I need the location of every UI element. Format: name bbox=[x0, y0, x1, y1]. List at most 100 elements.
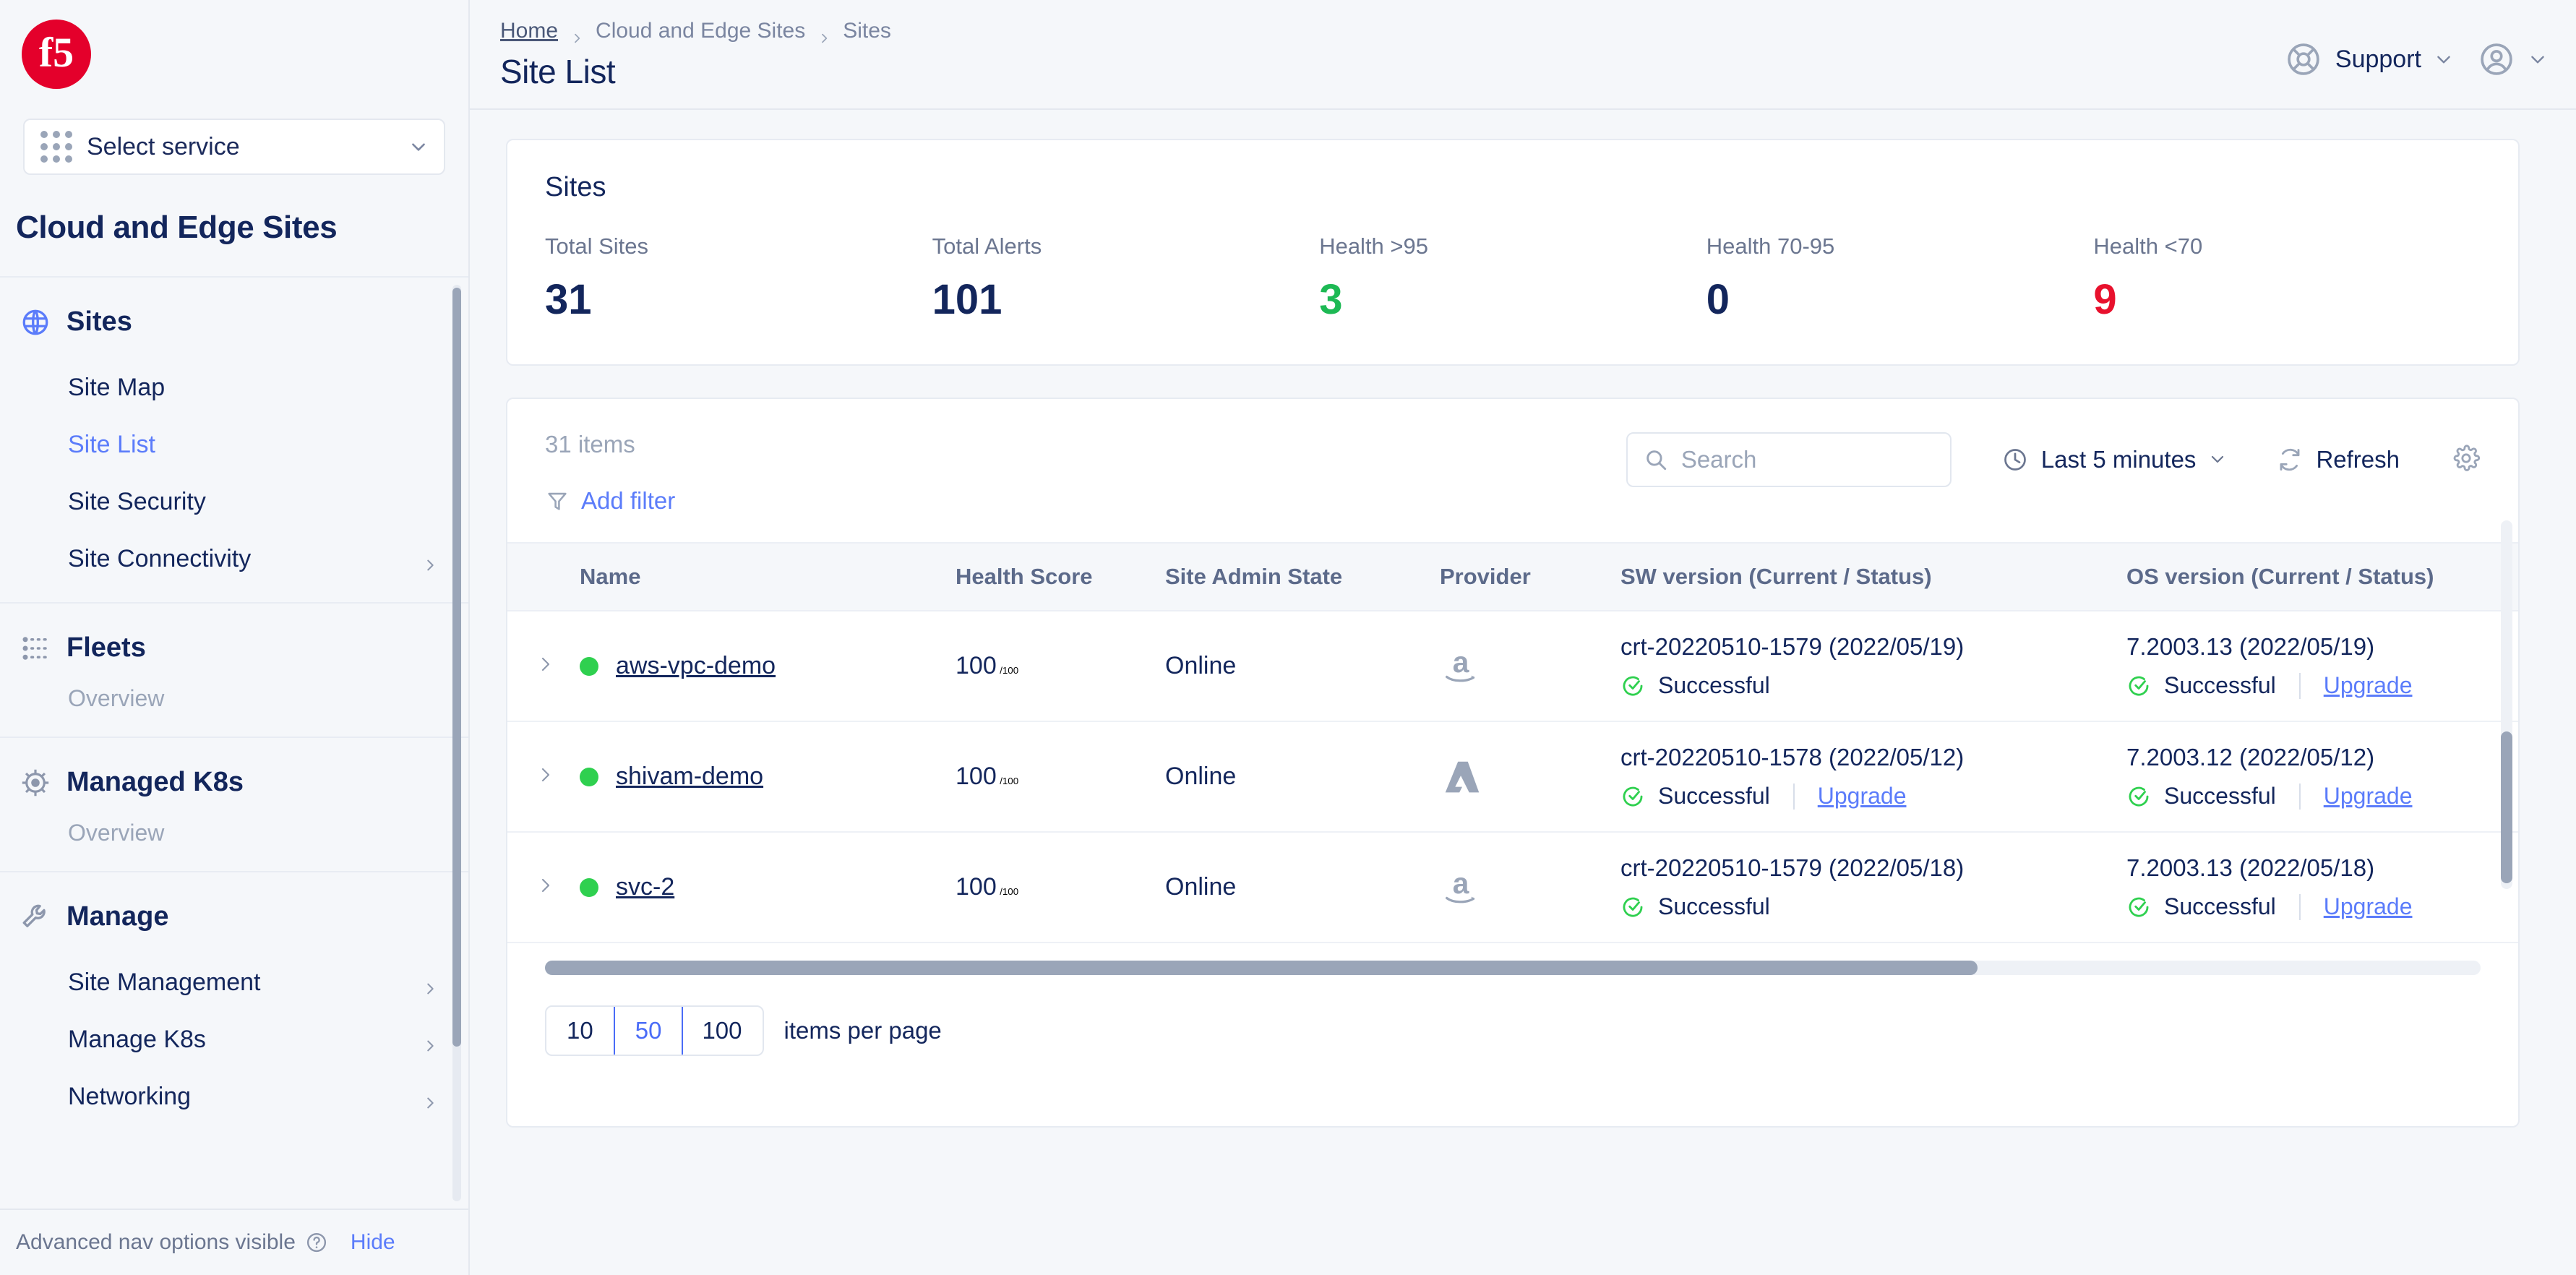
table-region: Name Health Score Site Admin State Provi… bbox=[507, 515, 2518, 943]
sites-table: Name Health Score Site Admin State Provi… bbox=[507, 542, 2518, 943]
sidebar-subitem-label: Site Management bbox=[68, 969, 261, 996]
sidebar-item-site-connectivity[interactable]: Site Connectivity bbox=[0, 531, 468, 602]
sidebar-subitem-label: Networking bbox=[68, 1083, 192, 1110]
cell-os-version: 7.2003.13 (2022/05/18) Successful Upgrad… bbox=[2126, 832, 2518, 943]
sidebar-item-networking[interactable]: Networking bbox=[0, 1068, 468, 1125]
site-name-link[interactable]: aws-vpc-demo bbox=[616, 652, 776, 680]
chevron-down-icon bbox=[2434, 50, 2453, 69]
sw-version-value: crt-20220510-1579 (2022/05/19) bbox=[1620, 633, 1965, 660]
table-row[interactable]: shivam-demo 100 /100 Online crt-20220510… bbox=[507, 721, 2518, 833]
sidebar-item-managed-k8s-overview[interactable]: Overview bbox=[0, 820, 468, 871]
chevron-right-icon bbox=[536, 657, 554, 676]
table-row[interactable]: svc-2 100 /100 Online a crt-20220510-157… bbox=[507, 832, 2518, 943]
stat-value: 9 bbox=[2093, 276, 2117, 323]
sidebar-item-fleets[interactable]: Fleets bbox=[0, 604, 468, 685]
site-list-card: 31 items Add filter Search Last 5 minute… bbox=[506, 398, 2520, 1128]
sidebar-item-site-map[interactable]: Site Map bbox=[0, 359, 468, 416]
wrench-icon bbox=[20, 902, 51, 932]
filter-icon bbox=[545, 489, 570, 513]
row-expand-toggle[interactable] bbox=[507, 832, 580, 943]
items-per-page-10[interactable]: 10 bbox=[546, 1007, 615, 1055]
sw-status: Successful bbox=[1658, 672, 1770, 698]
sidebar-item-managed-k8s[interactable]: Managed K8s bbox=[0, 738, 468, 820]
sidebar-item-site-security[interactable]: Site Security bbox=[0, 473, 468, 531]
chevron-right-icon bbox=[422, 1032, 438, 1051]
sidebar-item-fleets-overview[interactable]: Overview bbox=[0, 685, 468, 737]
items-per-page-50[interactable]: 50 bbox=[613, 1007, 684, 1055]
cell-name: shivam-demo bbox=[580, 721, 956, 833]
f5-logo-icon[interactable]: f5 bbox=[22, 20, 91, 89]
health-score-value: 100 bbox=[956, 763, 997, 790]
sidebar-item-site-list[interactable]: Site List bbox=[0, 416, 468, 473]
sidebar-group-fleets: Fleets Overview bbox=[0, 604, 468, 738]
hide-advanced-nav-button[interactable]: Hide bbox=[351, 1230, 395, 1255]
sw-version-value: crt-20220510-1579 (2022/05/18) bbox=[1620, 854, 1965, 881]
site-name-link[interactable]: shivam-demo bbox=[616, 763, 763, 791]
svg-text:a: a bbox=[1453, 645, 1469, 678]
items-per-page-100[interactable]: 100 bbox=[682, 1007, 762, 1055]
status-dot bbox=[580, 656, 598, 676]
column-admin-state[interactable]: Site Admin State bbox=[1165, 542, 1440, 611]
chevron-down-icon bbox=[2528, 50, 2547, 69]
support-menu[interactable]: Support bbox=[2285, 40, 2453, 78]
divider bbox=[2298, 672, 2301, 699]
sidebar-group-sites: Sites Site Map Site List Site Security S… bbox=[0, 278, 468, 604]
cell-os-version: 7.2003.12 (2022/05/12) Successful Upgrad… bbox=[2126, 721, 2518, 833]
column-health-score[interactable]: Health Score bbox=[956, 542, 1165, 611]
refresh-button[interactable]: Refresh bbox=[2277, 446, 2400, 473]
stat-value: 101 bbox=[932, 276, 1003, 323]
column-name[interactable]: Name bbox=[580, 542, 956, 611]
sidebar-scroll-area: Sites Site Map Site List Site Security S… bbox=[0, 276, 468, 1209]
row-expand-toggle[interactable] bbox=[507, 611, 580, 722]
column-provider[interactable]: Provider bbox=[1440, 542, 1620, 611]
add-filter-button[interactable]: Add filter bbox=[545, 487, 1626, 515]
sw-upgrade-link[interactable]: Upgrade bbox=[1818, 783, 1907, 810]
table-vscrollbar-thumb[interactable] bbox=[2501, 731, 2512, 883]
cell-sw-version: crt-20220510-1578 (2022/05/12) Successfu… bbox=[1620, 721, 2126, 833]
table-row[interactable]: aws-vpc-demo 100 /100 Online a crt-20220… bbox=[507, 611, 2518, 722]
table-hscrollbar-track[interactable] bbox=[545, 961, 2481, 975]
refresh-icon bbox=[2277, 447, 2303, 473]
items-per-page-label: items per page bbox=[783, 1017, 942, 1044]
sidebar-item-site-management[interactable]: Site Management bbox=[0, 954, 468, 1011]
cell-admin-state: Online bbox=[1165, 832, 1440, 943]
table-settings-button[interactable] bbox=[2452, 444, 2481, 476]
check-circle-icon bbox=[2126, 674, 2151, 698]
help-circle-icon[interactable] bbox=[306, 1232, 327, 1253]
stat-value: 31 bbox=[545, 276, 592, 323]
os-upgrade-link[interactable]: Upgrade bbox=[2324, 893, 2413, 920]
site-name-link[interactable]: svc-2 bbox=[616, 873, 674, 901]
breadcrumb-item-sites[interactable]: Sites bbox=[843, 19, 891, 43]
table-body: aws-vpc-demo 100 /100 Online a crt-20220… bbox=[507, 611, 2518, 943]
sidebar-group-label: Fleets bbox=[66, 632, 146, 663]
sidebar-subitem-label: Site Map bbox=[68, 374, 166, 401]
sidebar-item-manage-k8s[interactable]: Manage K8s bbox=[0, 1011, 468, 1068]
os-version-value: 7.2003.13 (2022/05/18) bbox=[2126, 854, 2375, 881]
table-hscrollbar-thumb[interactable] bbox=[545, 961, 1978, 975]
chevron-right-icon bbox=[422, 1089, 438, 1108]
service-selector[interactable]: Select service bbox=[23, 119, 445, 175]
sidebar-item-sites[interactable]: Sites bbox=[0, 278, 468, 359]
add-filter-label: Add filter bbox=[581, 487, 676, 514]
time-range-selector[interactable]: Last 5 minutes bbox=[2002, 446, 2228, 473]
sidebar-footer: Advanced nav options visible Hide bbox=[0, 1209, 468, 1275]
app-root: f5 Select service Cloud and Edge Sites S… bbox=[0, 0, 2576, 1275]
row-expand-toggle[interactable] bbox=[507, 721, 580, 833]
os-upgrade-link[interactable]: Upgrade bbox=[2324, 672, 2413, 699]
account-menu[interactable] bbox=[2478, 40, 2547, 78]
os-status: Successful bbox=[2164, 672, 2276, 698]
breadcrumb-item-cloud-and-edge-sites[interactable]: Cloud and Edge Sites bbox=[596, 19, 805, 43]
column-os-version[interactable]: OS version (Current / Status) bbox=[2126, 542, 2518, 611]
helm-icon bbox=[20, 768, 51, 798]
azure-icon bbox=[1440, 755, 1620, 799]
os-upgrade-link[interactable]: Upgrade bbox=[2324, 783, 2413, 810]
check-circle-icon bbox=[1620, 784, 1645, 809]
table-header-row: Name Health Score Site Admin State Provi… bbox=[507, 542, 2518, 611]
column-sw-version[interactable]: SW version (Current / Status) bbox=[1620, 542, 2126, 611]
sidebar-item-manage[interactable]: Manage bbox=[0, 872, 468, 954]
search-input[interactable]: Search bbox=[1626, 432, 1952, 487]
sidebar-scrollbar-thumb[interactable] bbox=[452, 288, 461, 1047]
svg-text:f5: f5 bbox=[39, 29, 74, 76]
cell-admin-state: Online bbox=[1165, 721, 1440, 833]
breadcrumb-item-home[interactable]: Home bbox=[500, 19, 558, 43]
